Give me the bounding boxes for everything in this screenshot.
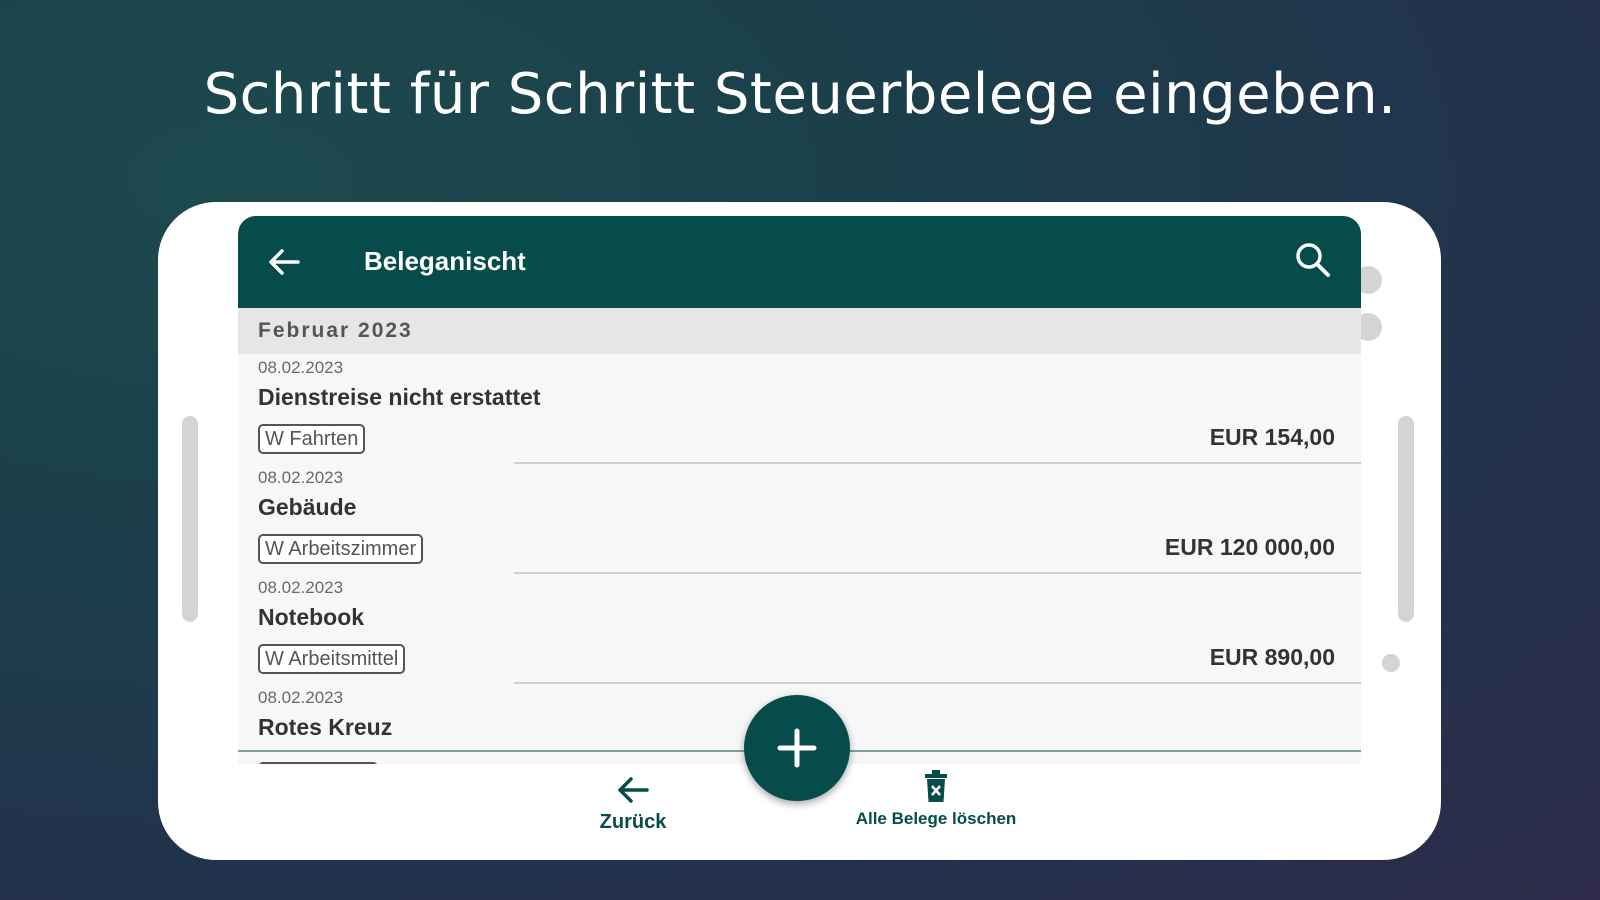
delete-all-button[interactable]: Alle Belege löschen — [844, 768, 1028, 829]
entry-name: Dienstreise nicht erstattet — [258, 384, 541, 410]
entry-date: 08.02.2023 — [258, 468, 344, 487]
entry-date: 08.02.2023 — [258, 578, 344, 597]
list-item[interactable]: 08.02.2023 Gebäude W Arbeitszimmer EUR 1… — [238, 464, 1361, 574]
list-item[interactable]: 08.02.2023 Dienstreise nicht erstattet W… — [238, 354, 1361, 464]
delete-all-label: Alle Belege löschen — [855, 809, 1017, 828]
entry-date: 08.02.2023 — [258, 688, 344, 707]
list-item[interactable]: 08.02.2023 Notebook W Arbeitsmittel EUR … — [238, 574, 1361, 684]
entry-name: Gebäude — [258, 494, 357, 520]
entry-name: Notebook — [258, 604, 365, 630]
arrow-left-icon — [618, 777, 649, 803]
entry-amount: EUR 154,00 — [1209, 424, 1335, 450]
back-nav-label: Zurück — [599, 811, 667, 833]
app-screen: Beleganischt Februar 2023 08.02.2023 Die… — [238, 216, 1361, 764]
entry-category-tag: W Arbeitszimmer — [258, 534, 424, 564]
search-icon[interactable] — [1293, 240, 1333, 280]
app-bar: Beleganischt — [238, 216, 1361, 308]
plus-icon — [777, 728, 817, 768]
phone-side-button-right — [1398, 416, 1414, 622]
back-nav-button[interactable]: Zurück — [578, 774, 688, 834]
entry-category-tag: W Arbeitsmittel — [258, 644, 406, 674]
phone-frame: Beleganischt Februar 2023 08.02.2023 Die… — [158, 202, 1441, 860]
headline: Schritt für Schritt Steuerbelege eingebe… — [203, 62, 1397, 127]
page-title: Beleganischt — [364, 246, 526, 276]
trash-icon — [925, 770, 947, 802]
entry-amount: EUR 890,00 — [1209, 644, 1335, 670]
entry-category-tag: W Fahrten — [258, 424, 366, 454]
entry-name: Rotes Kreuz — [258, 714, 393, 740]
speaker-dot-icon — [1382, 654, 1400, 672]
month-label: Februar 2023 — [258, 319, 413, 342]
entry-amount: EUR 120 000,00 — [1164, 534, 1335, 560]
phone-side-button-left — [182, 416, 198, 622]
month-section-header: Februar 2023 — [238, 308, 1361, 354]
arrow-left-icon[interactable] — [264, 242, 304, 282]
add-button[interactable] — [744, 695, 850, 801]
entry-date: 08.02.2023 — [258, 358, 344, 377]
entry-category-tag — [258, 762, 378, 764]
